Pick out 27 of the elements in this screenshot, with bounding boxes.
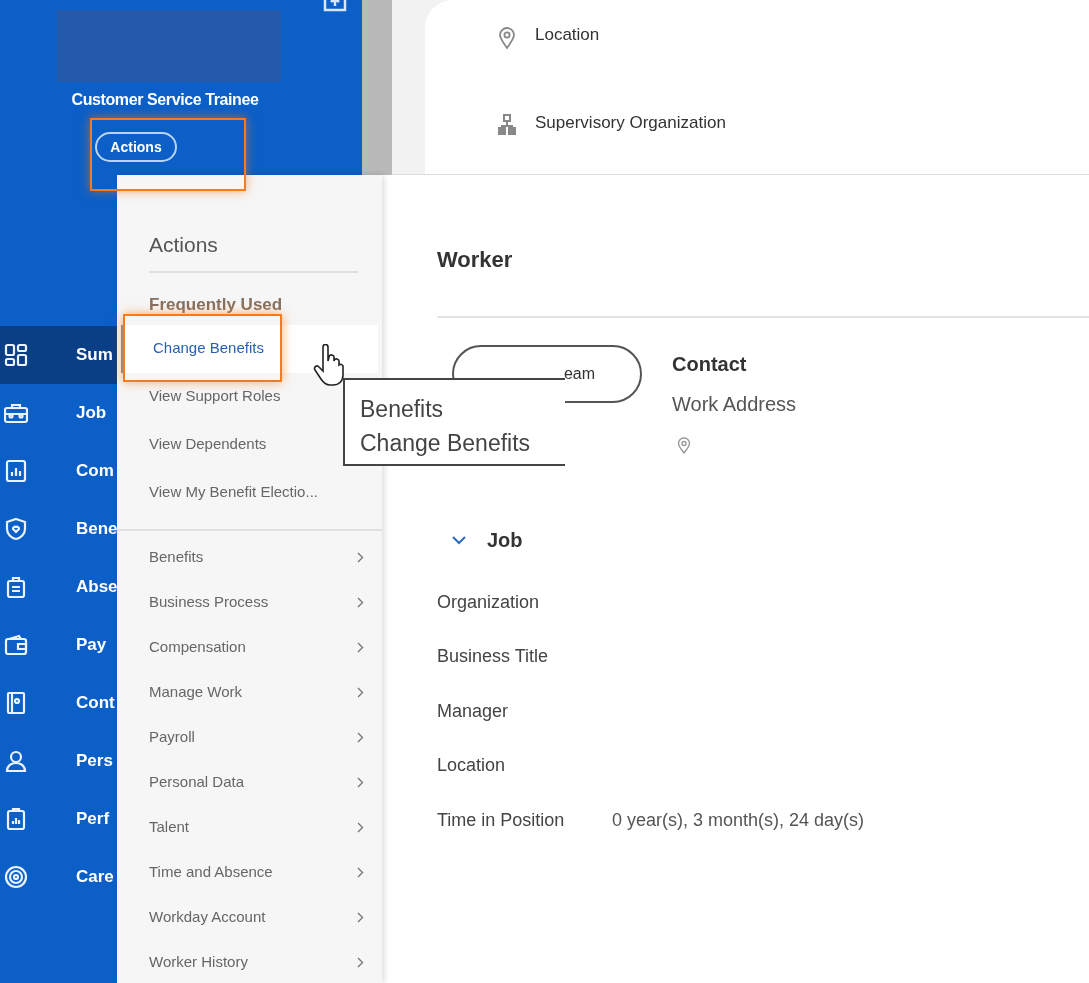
sidebar-item-label: Pay (76, 634, 107, 657)
field-label: Location (437, 754, 507, 778)
sidebar-item-label: Job (76, 402, 107, 425)
sidebar-item-label: Pers (76, 750, 113, 773)
sidebar-item-label: Perf (76, 808, 110, 831)
tooltip-text: Change Benefits (360, 429, 532, 458)
sidebar-item-label: Com (76, 460, 114, 483)
field-label: Organization (437, 590, 541, 614)
field-label: Time in Position (437, 808, 566, 832)
contact-heading: Contact (672, 352, 748, 377)
sidebar-item-label: Sum (76, 344, 113, 367)
job-title: Customer Service Trainee (71, 90, 259, 110)
section-title: Worker (437, 246, 514, 271)
field-value: 0 year(s), 3 month(s), 24 day(s) (612, 808, 865, 832)
section-title: Job (487, 528, 523, 553)
menu-section-heading: Frequently Used (149, 294, 284, 315)
sidebar-item-label: Cont (76, 692, 115, 715)
menu-heading: Actions (149, 232, 219, 258)
sidebar-item-label: Care (76, 866, 114, 889)
field-label: Location (535, 24, 600, 46)
work-address-label: Work Address (672, 392, 797, 417)
field-label: Supervisory Organization (535, 112, 726, 134)
field-label: Business Title (437, 645, 550, 669)
sidebar-item-label: Bene (76, 518, 118, 541)
tooltip-text: Benefits (360, 395, 445, 424)
field-label: Manager (437, 699, 510, 723)
sidebar-item-label: Abse (76, 576, 118, 599)
